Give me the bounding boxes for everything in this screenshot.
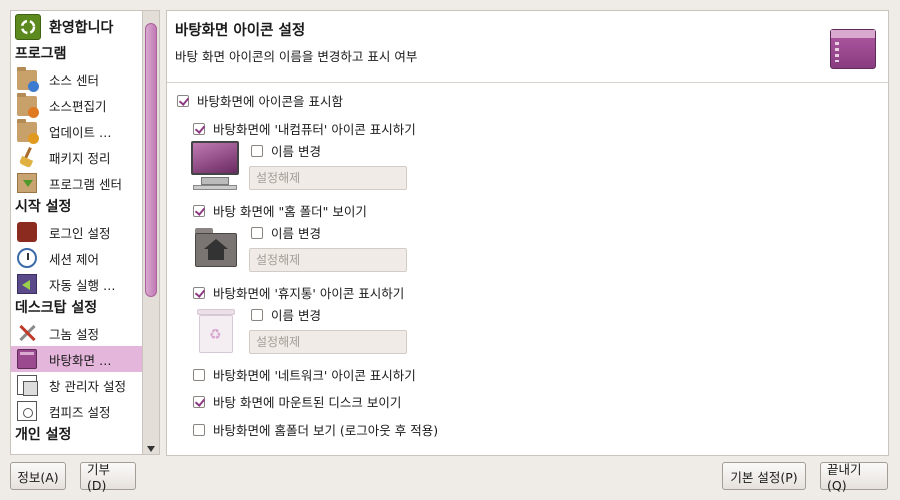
group-title-programs: 프로그램 (15, 46, 67, 62)
scroll-down-arrow-icon[interactable] (147, 446, 155, 452)
home-folder-label: 바탕 화면에 "홈 폴더" 보이기 (213, 204, 367, 219)
home-folder-option[interactable]: 바탕 화면에 "홈 폴더" 보이기 (193, 201, 367, 220)
group-title-desktop: 데스크탑 설정 (15, 300, 98, 316)
sidebar-item-label: 프로그램 센터 (49, 176, 122, 192)
source-center-icon (17, 67, 39, 92)
trash-label: 바탕화면에 '휴지통' 아이콘 표시하기 (213, 286, 405, 301)
source-editor-icon (17, 93, 39, 118)
home-rename-option[interactable]: 이름 변경 (251, 223, 321, 242)
desktop-icon (17, 349, 37, 369)
sidebar-item-label: 로그인 설정 (49, 225, 111, 241)
sidebar-item-label: 소스 센터 (49, 72, 99, 88)
trash-option[interactable]: 바탕화면에 '휴지통' 아이콘 표시하기 (193, 283, 404, 302)
sidebar-item-label: 패키지 정리 (49, 150, 111, 166)
trash-rename-option[interactable]: 이름 변경 (251, 305, 321, 324)
compiz-icon (17, 401, 37, 421)
sidebar-item-desktop[interactable]: 바탕화면 … (11, 346, 142, 372)
group-title-startup: 시작 설정 (15, 199, 72, 215)
autostart-icon (17, 274, 37, 294)
group-title-personal: 개인 설정 (15, 427, 72, 443)
sidebar-item-autostart[interactable]: 자동 실행 … (11, 271, 142, 297)
computer-rename-option[interactable]: 이름 변경 (251, 141, 321, 160)
update-icon (17, 119, 39, 144)
home-as-desktop-label: 바탕화면에 홈폴더 보기 (로그아웃 후 적용) (213, 423, 439, 438)
trash-name-field[interactable]: 설정해제 (249, 330, 407, 354)
sidebar-item-label: 소스편집기 (49, 98, 107, 114)
sidebar-item-updates[interactable]: 업데이트 … (11, 118, 142, 144)
show-icons-checkbox[interactable] (177, 94, 189, 107)
home-rename-checkbox[interactable] (251, 226, 263, 239)
defaults-button[interactable]: 기본 설정(P) (722, 462, 806, 490)
sidebar-welcome-label: 환영합니다 (49, 20, 114, 36)
sidebar-item-login[interactable]: 로그인 설정 (11, 219, 142, 245)
sidebar-item-window-manager[interactable]: 창 관리자 설정 (11, 372, 142, 398)
about-button[interactable]: 정보(A) (10, 462, 66, 490)
network-option[interactable]: 바탕화면에 '네트워크' 아이콘 표시하기 (193, 365, 416, 384)
home-folder-checkbox[interactable] (193, 204, 205, 217)
computer-icon-checkbox[interactable] (193, 122, 205, 135)
computer-name-field[interactable]: 설정해제 (249, 166, 407, 190)
trash-checkbox[interactable] (193, 286, 205, 299)
sidebar-item-gnome[interactable]: 그놈 설정 (11, 320, 142, 346)
mounted-disks-label: 바탕 화면에 마운트된 디스크 보이기 (213, 395, 402, 410)
sidebar-item-source-editor[interactable]: 소스편집기 (11, 92, 142, 118)
sidebar-item-label: 바탕화면 … (49, 352, 112, 368)
ubuntu-tweak-logo-icon (15, 14, 41, 40)
app-center-icon (17, 173, 37, 193)
home-folder-icon (191, 223, 241, 273)
scrollbar-thumb[interactable] (145, 23, 157, 297)
page-subtitle: 바탕 화면 아이콘의 이름을 변경하고 표시 여부 (175, 49, 418, 64)
sidebar-item-label: 자동 실행 … (49, 277, 116, 293)
show-icons-option[interactable]: 바탕화면에 아이콘을 표시함 (177, 91, 343, 110)
home-rename-label: 이름 변경 (271, 226, 321, 241)
mounted-disks-option[interactable]: 바탕 화면에 마운트된 디스크 보이기 (193, 392, 401, 411)
sidebar: 환영합니다 프로그램 소스 센터 소스편집기 업데이트 … 패키지 정리 프로그… (10, 10, 142, 455)
home-as-desktop-checkbox[interactable] (193, 423, 205, 436)
sidebar-item-label: 컴피즈 설정 (49, 404, 111, 420)
pane-header: 바탕화면 아이콘 설정 바탕 화면 아이콘의 이름을 변경하고 표시 여부 (167, 11, 888, 83)
scroll-up-arrow-icon[interactable] (143, 11, 159, 21)
desktop-settings-icon (830, 29, 876, 69)
trash-rename-label: 이름 변경 (271, 308, 321, 323)
broom-icon (17, 147, 37, 167)
network-checkbox[interactable] (193, 368, 205, 381)
quit-button[interactable]: 끝내기(Q) (820, 462, 888, 493)
show-icons-label: 바탕화면에 아이콘을 표시함 (197, 94, 343, 109)
window-icon (17, 375, 38, 396)
sidebar-item-compiz[interactable]: 컴피즈 설정 (11, 398, 142, 424)
sidebar-item-label: 창 관리자 설정 (49, 378, 126, 394)
desktop-icon-settings-pane: 바탕화면 아이콘 설정 바탕 화면 아이콘의 이름을 변경하고 표시 여부 바탕… (166, 10, 889, 456)
page-title: 바탕화면 아이콘 설정 (175, 23, 306, 39)
sidebar-item-source-center[interactable]: 소스 센터 (11, 66, 142, 92)
donate-button[interactable]: 기부(D) (80, 462, 136, 493)
login-icon (17, 222, 37, 242)
home-as-desktop-option[interactable]: 바탕화면에 홈폴더 보기 (로그아웃 후 적용) (193, 420, 438, 439)
home-name-field[interactable]: 설정해제 (249, 248, 407, 272)
sidebar-scrollbar[interactable] (142, 10, 160, 455)
sidebar-item-label: 업데이트 … (49, 124, 112, 140)
sidebar-item-label: 세션 제어 (49, 251, 99, 267)
trash-rename-checkbox[interactable] (251, 308, 263, 321)
computer-icon-label: 바탕화면에 '내컴퓨터' 아이콘 표시하기 (213, 122, 416, 137)
sidebar-item-session[interactable]: 세션 제어 (11, 245, 142, 271)
sidebar-item-welcome[interactable]: 환영합니다 (11, 11, 142, 43)
mounted-disks-checkbox[interactable] (193, 395, 205, 408)
sidebar-item-label: 그놈 설정 (49, 326, 99, 342)
trash-icon: ♻ (191, 305, 241, 355)
tools-icon (17, 323, 37, 343)
sidebar-item-app-center[interactable]: 프로그램 센터 (11, 170, 142, 196)
computer-rename-checkbox[interactable] (251, 144, 263, 157)
computer-rename-label: 이름 변경 (271, 144, 321, 159)
computer-icon (191, 141, 241, 191)
clock-icon (17, 248, 37, 268)
computer-icon-option[interactable]: 바탕화면에 '내컴퓨터' 아이콘 표시하기 (193, 119, 416, 138)
network-label: 바탕화면에 '네트워크' 아이콘 표시하기 (213, 368, 416, 383)
sidebar-item-package-cleanup[interactable]: 패키지 정리 (11, 144, 142, 170)
